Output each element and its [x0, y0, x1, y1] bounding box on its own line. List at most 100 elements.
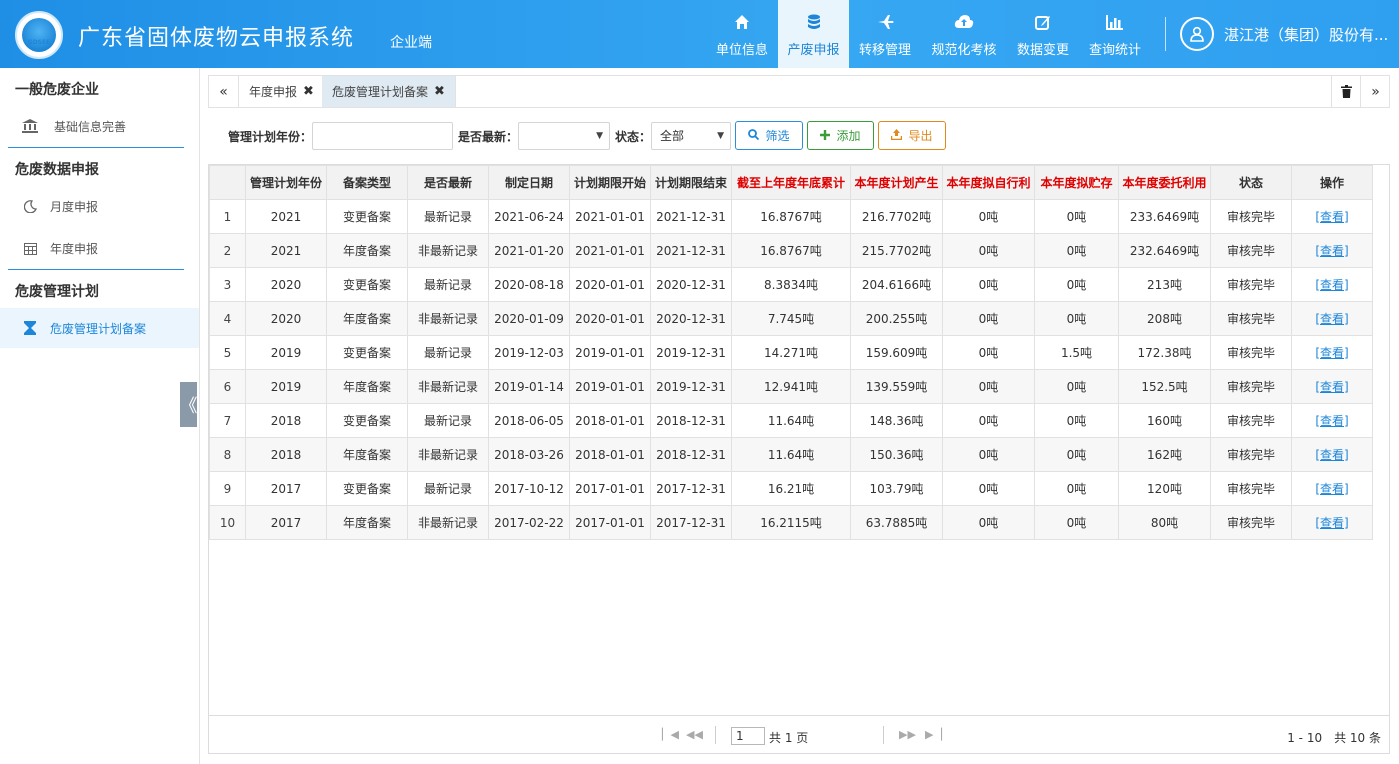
- close-icon[interactable]: ✖: [434, 84, 445, 99]
- user-avatar[interactable]: [1180, 17, 1214, 51]
- export-button[interactable]: 导出: [878, 121, 946, 150]
- nav-label: 产废申报: [787, 43, 840, 58]
- nav-data-change[interactable]: 数据变更: [1007, 0, 1079, 68]
- management-plan-table: 管理计划年份 备案类型 是否最新 制定日期 计划期限开始 计划期限结束 截至上年…: [209, 165, 1373, 540]
- column-header-plan-start[interactable]: 计划期限开始: [569, 165, 651, 200]
- planned-generation-cell: 200.255吨: [850, 301, 943, 336]
- first-page-icon[interactable]: ▏◀: [662, 728, 679, 741]
- table-row[interactable]: 8 2018 年度备案 非最新记录 2018-03-26 2018-01-01 2018-1…: [209, 437, 1373, 472]
- column-header-status[interactable]: 状态: [1210, 165, 1292, 200]
- table-row[interactable]: 10 2017 年度备案 非最新记录 2017-02-22 2017-01-01 2017-…: [209, 505, 1373, 540]
- pagination-bar: ▏◀ ◀◀ 1 共 1 页 ▶▶ ▶▕ 1 - 10 共 10 条: [209, 715, 1389, 753]
- entrusted-utilization-cell: 208吨: [1118, 301, 1211, 336]
- column-header-created-date[interactable]: 制定日期: [488, 165, 570, 200]
- pager-divider: [883, 726, 884, 744]
- filing-type-cell: 变更备案: [326, 199, 408, 234]
- self-utilization-cell: 0吨: [942, 335, 1035, 370]
- table-row[interactable]: 5 2019 变更备案 最新记录 2019-12-03 2019-01-01 2019-12…: [209, 335, 1373, 370]
- status-cell: 审核完毕: [1210, 437, 1292, 472]
- column-header-planned-generation[interactable]: 本年度计划产生: [850, 165, 943, 200]
- is-latest-cell: 最新记录: [407, 403, 489, 438]
- nav-transfer-management[interactable]: 转移管理: [849, 0, 921, 68]
- next-page-icon[interactable]: ▶▶: [899, 728, 916, 741]
- actions-cell: [查看]: [1291, 301, 1373, 336]
- column-header-planned-storage[interactable]: 本年度拟贮存: [1034, 165, 1119, 200]
- self-utilization-cell: 0吨: [942, 471, 1035, 506]
- prev-page-icon[interactable]: ◀◀: [686, 728, 703, 741]
- table-row[interactable]: 6 2019 年度备案 非最新记录 2019-01-14 2019-01-01 2019-1…: [209, 369, 1373, 404]
- is-latest-cell: 非最新记录: [407, 437, 489, 472]
- table-row[interactable]: 3 2020 变更备案 最新记录 2020-08-18 2020-01-01 2020-12…: [209, 267, 1373, 302]
- page-number-input[interactable]: 1: [731, 727, 765, 745]
- view-link[interactable]: [查看]: [1315, 516, 1348, 530]
- column-header-plan-end[interactable]: 计划期限结束: [650, 165, 732, 200]
- view-link[interactable]: [查看]: [1315, 380, 1348, 394]
- header-divider: [1165, 17, 1166, 51]
- tabs-scroll-right-button[interactable]: »: [1360, 76, 1390, 107]
- actions-cell: [查看]: [1291, 369, 1373, 404]
- view-link[interactable]: [查看]: [1315, 346, 1348, 360]
- row-number-cell: 1: [209, 199, 246, 234]
- plan-start-cell: 2021-01-01: [569, 199, 651, 234]
- view-link[interactable]: [查看]: [1315, 448, 1348, 462]
- column-header-filing-type[interactable]: 备案类型: [326, 165, 408, 200]
- table-row[interactable]: 1 2021 变更备案 最新记录 2021-06-24 2021-01-01 2021-12…: [209, 199, 1373, 234]
- sidebar-collapse-button[interactable]: 《: [180, 382, 198, 427]
- sidebar-group-hazardous-data-declaration[interactable]: 危废数据申报: [15, 159, 99, 179]
- view-link[interactable]: [查看]: [1315, 210, 1348, 224]
- column-header-self-utilization[interactable]: 本年度拟自行利: [942, 165, 1035, 200]
- filter-button[interactable]: 筛选: [735, 121, 803, 150]
- view-link[interactable]: [查看]: [1315, 278, 1348, 292]
- column-header-entrusted-utilization[interactable]: 本年度委托利用: [1118, 165, 1211, 200]
- close-all-tabs-button[interactable]: [1331, 76, 1361, 107]
- plan-end-cell: 2020-12-31: [650, 301, 732, 336]
- table-row[interactable]: 7 2018 变更备案 最新记录 2018-06-05 2018-01-01 2018-12…: [209, 403, 1373, 438]
- filing-type-cell: 年度备案: [326, 369, 408, 404]
- last-page-icon[interactable]: ▶▕: [925, 728, 942, 741]
- sidebar-item-annual-declaration[interactable]: 年度申报: [0, 228, 199, 268]
- sidebar-group-hazardous-management-plan[interactable]: 危废管理计划: [15, 281, 99, 301]
- entrusted-utilization-cell: 80吨: [1118, 505, 1211, 540]
- actions-cell: [查看]: [1291, 471, 1373, 506]
- column-header-is-latest[interactable]: 是否最新: [407, 165, 489, 200]
- tab-management-plan-filing[interactable]: 危废管理计划备案 ✖: [322, 76, 456, 107]
- add-button[interactable]: 添加: [807, 121, 874, 150]
- plan-end-cell: 2017-12-31: [650, 505, 732, 540]
- planned-generation-cell: 148.36吨: [850, 403, 943, 438]
- view-link[interactable]: [查看]: [1315, 482, 1348, 496]
- entrusted-utilization-cell: 233.6469吨: [1118, 199, 1211, 234]
- status-select[interactable]: 全部 ▼: [651, 122, 731, 150]
- plan-year-input[interactable]: [312, 122, 453, 150]
- table-row[interactable]: 2 2021 年度备案 非最新记录 2021-01-20 2021-01-01 2021-1…: [209, 233, 1373, 268]
- close-icon[interactable]: ✖: [303, 84, 314, 99]
- export-button-label: 导出: [908, 129, 933, 143]
- user-name[interactable]: 湛江港（集团）股份有...: [1224, 24, 1388, 45]
- view-link[interactable]: [查看]: [1315, 414, 1348, 428]
- nav-label: 数据变更: [1016, 43, 1069, 58]
- sidebar-item-management-plan-filing[interactable]: 危废管理计划备案: [0, 308, 199, 348]
- nav-waste-declaration[interactable]: 产废申报: [778, 0, 849, 68]
- sidebar-item-basic-info[interactable]: 基础信息完善: [0, 106, 199, 146]
- view-link[interactable]: [查看]: [1315, 244, 1348, 258]
- dropdown-arrow-icon: ▼: [596, 131, 603, 141]
- prior-year-cumulative-cell: 7.745吨: [731, 301, 851, 336]
- nav-standard-assessment[interactable]: 规范化考核: [921, 0, 1007, 68]
- tab-annual-declaration[interactable]: 年度申报 ✖: [239, 76, 325, 107]
- view-link[interactable]: [查看]: [1315, 312, 1348, 326]
- plan-year-label: 管理计划年份：: [228, 130, 313, 144]
- table-row[interactable]: 9 2017 变更备案 最新记录 2017-10-12 2017-01-01 2017-12…: [209, 471, 1373, 506]
- tabs-scroll-left-button[interactable]: «: [209, 76, 239, 107]
- table-row[interactable]: 4 2020 年度备案 非最新记录 2020-01-09 2020-01-01 2020-1…: [209, 301, 1373, 336]
- plan-start-cell: 2019-01-01: [569, 369, 651, 404]
- actions-cell: [查看]: [1291, 233, 1373, 268]
- sidebar-item-monthly-declaration[interactable]: 月度申报: [0, 186, 199, 226]
- column-header-prior-year-cumulative[interactable]: 截至上年度年底累计: [731, 165, 851, 200]
- nav-unit-info[interactable]: 单位信息: [706, 0, 778, 68]
- nav-query-statistics[interactable]: 查询统计: [1079, 0, 1151, 68]
- self-utilization-cell: 0吨: [942, 403, 1035, 438]
- entrusted-utilization-cell: 232.6469吨: [1118, 233, 1211, 268]
- status-value: 全部: [660, 129, 685, 143]
- is-latest-select[interactable]: ▼: [518, 122, 610, 150]
- column-header-plan-year[interactable]: 管理计划年份: [245, 165, 327, 200]
- sidebar-group-general-hazardous-enterprise[interactable]: 一般危废企业: [15, 79, 99, 99]
